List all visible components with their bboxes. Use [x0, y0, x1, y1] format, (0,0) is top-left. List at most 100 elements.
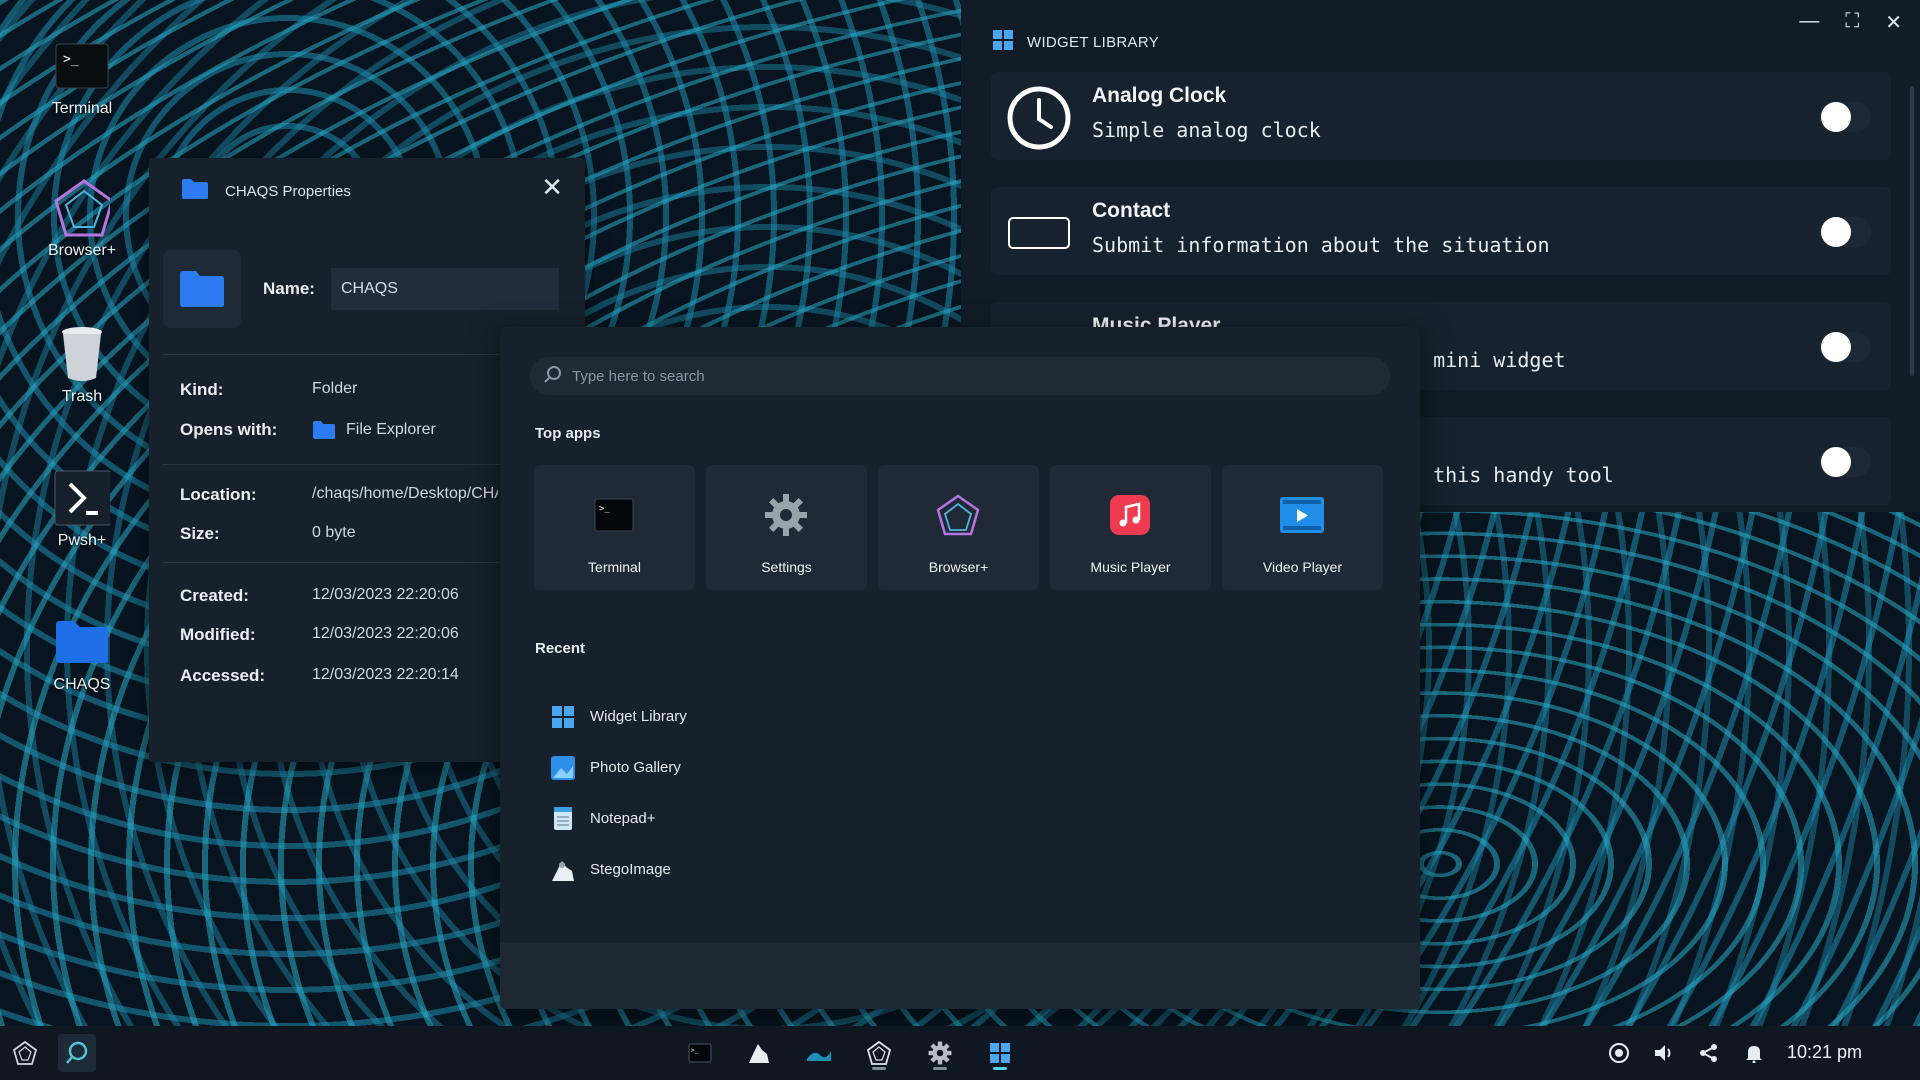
- location-value: /chaqs/home/Desktop/CHAQS: [312, 485, 498, 502]
- terminal-icon: >_: [688, 1043, 712, 1063]
- svg-text:>_: >_: [599, 504, 610, 514]
- taskbar-browser[interactable]: [860, 1034, 898, 1072]
- widget-toggle[interactable]: [1819, 102, 1871, 132]
- widget-toggle[interactable]: [1819, 332, 1871, 362]
- accessed-value: 12/03/2023 22:20:14: [312, 666, 459, 683]
- recent-item-widget-library[interactable]: Widget Library: [550, 691, 687, 742]
- volume-icon[interactable]: [1645, 1034, 1683, 1072]
- search-bar[interactable]: [530, 357, 1390, 395]
- search-icon: [66, 1041, 88, 1064]
- minimize-icon[interactable]: —: [1799, 10, 1819, 35]
- kind-label: Kind:: [180, 380, 224, 399]
- properties-title: CHAQS Properties: [225, 182, 351, 200]
- taskbar-widget-library[interactable]: [981, 1034, 1019, 1072]
- taskbar-terminal[interactable]: >_: [681, 1034, 719, 1072]
- taskbar: >_ 10:21 pm: [0, 1026, 1920, 1080]
- terminal-icon: >_: [54, 38, 110, 94]
- desktop-icon-label: Browser+: [47, 242, 117, 259]
- modified-label: Modified:: [180, 625, 256, 644]
- app-tile-terminal[interactable]: >_ Terminal: [534, 465, 695, 590]
- recent-item-label: Notepad+: [590, 810, 656, 827]
- opens-with-app: File Explorer: [346, 421, 436, 438]
- search-input[interactable]: [572, 367, 1352, 385]
- app-tile-music-player[interactable]: Music Player: [1050, 465, 1211, 590]
- modified-value: 12/03/2023 22:20:06: [312, 625, 459, 642]
- kind-value: Folder: [312, 380, 358, 397]
- recent-item-photo-gallery[interactable]: Photo Gallery: [550, 742, 687, 793]
- chaqs-badge-icon: [1007, 201, 1071, 265]
- top-apps-heading: Top apps: [535, 425, 601, 442]
- pwsh-icon: [54, 470, 110, 526]
- folder-icon: [313, 421, 335, 439]
- gear-icon: [764, 493, 808, 537]
- app-tile-settings[interactable]: Settings: [706, 465, 867, 590]
- app-tile-browser[interactable]: Browser+: [878, 465, 1039, 590]
- accessed-label: Accessed:: [180, 666, 266, 685]
- app-tile-video-player[interactable]: Video Player: [1222, 465, 1383, 590]
- recent-item-notepad[interactable]: Notepad+: [550, 793, 687, 844]
- app-tile-label: Video Player: [1262, 559, 1343, 575]
- app-tile-label: Terminal: [588, 559, 641, 575]
- desktop-icon-label: Terminal: [51, 100, 113, 117]
- music-icon: [1108, 493, 1152, 537]
- location-label: Location:: [180, 485, 257, 504]
- widget-title: Contact: [1092, 199, 1171, 222]
- browser-icon: [936, 493, 980, 537]
- taskbar-search-button[interactable]: [58, 1034, 96, 1072]
- widget-card-contact: Contact Submit information about the sit…: [991, 187, 1891, 275]
- bell-icon[interactable]: [1735, 1034, 1773, 1072]
- opens-with-value: File Explorer: [312, 420, 436, 440]
- gear-icon: [928, 1041, 952, 1065]
- properties-titlebar: CHAQS Properties: [181, 178, 351, 204]
- taskbar-photo[interactable]: [800, 1034, 838, 1072]
- notepad-icon: [550, 806, 576, 832]
- photo-icon: [550, 755, 576, 781]
- folder-icon: [181, 178, 209, 204]
- recent-heading: Recent: [535, 640, 586, 657]
- taskbar-stegoimage[interactable]: [740, 1034, 778, 1072]
- wave-icon: [807, 1051, 831, 1061]
- desktop-icon-trash[interactable]: Trash: [32, 326, 132, 406]
- widget-description: s mini widget: [1409, 348, 1566, 372]
- desktop-icon-label: Pwsh+: [57, 532, 107, 549]
- widget-toggle[interactable]: [1819, 217, 1871, 247]
- record-icon[interactable]: [1600, 1034, 1638, 1072]
- name-field[interactable]: [330, 268, 559, 310]
- widget-description: Submit information about the situation: [1092, 233, 1550, 257]
- created-label: Created:: [180, 586, 249, 605]
- desktop-icon-browser[interactable]: Browser+: [32, 179, 132, 260]
- browser-icon: [54, 179, 110, 237]
- widget-toggle[interactable]: [1819, 447, 1871, 477]
- desktop-icon-label: Trash: [61, 388, 103, 405]
- desktop-icon-chaqs[interactable]: CHAQS: [32, 614, 132, 694]
- video-icon: [1280, 493, 1324, 537]
- desktop-icon-pwsh[interactable]: Pwsh+: [32, 470, 132, 550]
- taskbar-settings[interactable]: [921, 1034, 959, 1072]
- share-icon[interactable]: [1690, 1034, 1728, 1072]
- stego-icon: [749, 1044, 769, 1063]
- widgets-icon: [993, 30, 1013, 54]
- recent-item-stegoimage[interactable]: StegoImage: [550, 844, 687, 895]
- maximize-icon[interactable]: ⛶: [1845, 10, 1859, 35]
- folder-icon: [163, 250, 241, 328]
- widget-library-title: WIDGET LIBRARY: [1027, 33, 1160, 51]
- widgets-icon: [550, 704, 576, 730]
- clock-icon: [1007, 86, 1071, 150]
- app-tile-label: Music Player: [1090, 559, 1171, 575]
- browser-icon: [866, 1040, 892, 1065]
- widgets-icon: [990, 1043, 1010, 1063]
- start-button[interactable]: [6, 1034, 44, 1072]
- stego-icon: [550, 857, 576, 883]
- svg-text:>_: >_: [63, 52, 79, 67]
- widget-description: n this handy tool: [1409, 463, 1614, 487]
- recent-item-label: StegoImage: [590, 861, 671, 878]
- widget-title: Analog Clock: [1092, 84, 1227, 107]
- desktop-icon-terminal[interactable]: >_ Terminal: [32, 38, 132, 118]
- name-label: Name:: [263, 279, 315, 298]
- terminal-icon: >_: [592, 493, 636, 537]
- svg-text:>_: >_: [691, 1047, 699, 1054]
- close-icon[interactable]: ✕: [1885, 10, 1902, 35]
- scrollbar[interactable]: [1910, 86, 1914, 376]
- close-icon[interactable]: ✕: [541, 172, 563, 203]
- taskbar-clock[interactable]: 10:21 pm: [1787, 1042, 1862, 1063]
